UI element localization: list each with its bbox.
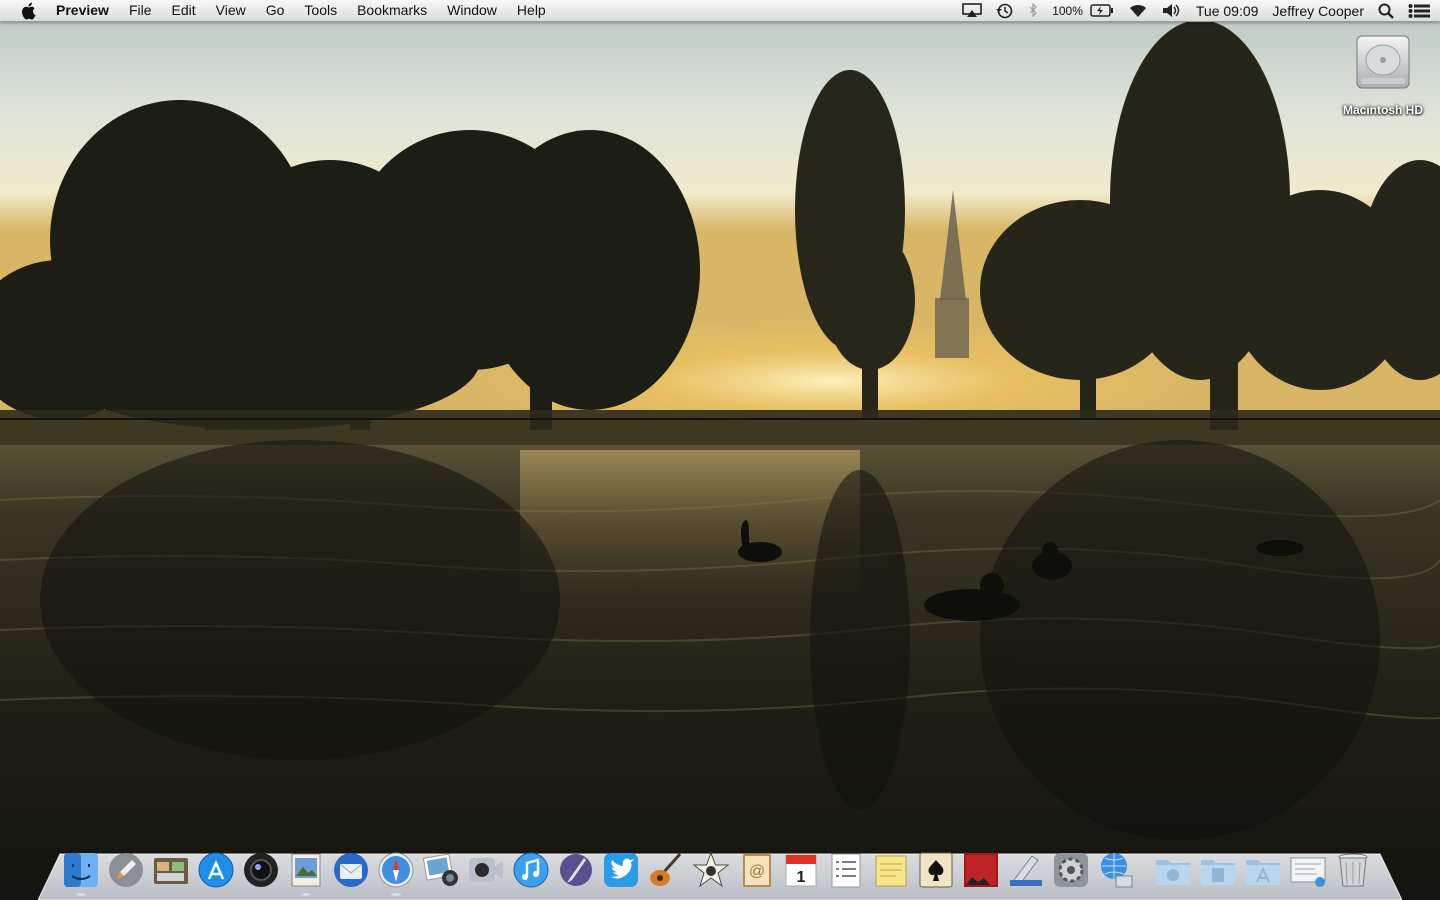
network-utility-icon[interactable] bbox=[1093, 846, 1138, 890]
menu-view[interactable]: View bbox=[206, 0, 256, 21]
twitter-icon[interactable] bbox=[598, 846, 643, 890]
desktop-wallpaper bbox=[0, 0, 1440, 900]
address-book-icon[interactable]: @ bbox=[733, 846, 778, 890]
facetime-icon[interactable] bbox=[463, 846, 508, 890]
battery-icon[interactable] bbox=[1090, 0, 1121, 21]
ical-icon[interactable]: 1 bbox=[778, 846, 823, 890]
volume-icon[interactable] bbox=[1155, 0, 1189, 21]
svg-text:1: 1 bbox=[796, 869, 805, 886]
iphoto-icon[interactable] bbox=[418, 846, 463, 890]
reminders-icon[interactable] bbox=[823, 846, 868, 890]
preview-scanner-icon[interactable] bbox=[1003, 846, 1048, 890]
app-menu-preview[interactable]: Preview bbox=[56, 0, 119, 21]
documents-folder-icon[interactable] bbox=[1150, 846, 1195, 890]
photo-slideshow-icon[interactable] bbox=[958, 846, 1003, 890]
battery-percent[interactable]: 100% bbox=[1045, 0, 1090, 21]
svg-text:@: @ bbox=[748, 863, 764, 880]
menu-go[interactable]: Go bbox=[256, 0, 295, 21]
trash-icon[interactable] bbox=[1330, 846, 1375, 890]
itunes-icon[interactable] bbox=[508, 846, 553, 890]
finder-icon[interactable] bbox=[58, 846, 103, 896]
preview-icon[interactable] bbox=[283, 846, 328, 896]
menu-help[interactable]: Help bbox=[507, 0, 556, 21]
time-machine-icon[interactable] bbox=[989, 0, 1021, 21]
applications-folder-icon[interactable] bbox=[1240, 846, 1285, 890]
system-preferences-icon[interactable] bbox=[1048, 846, 1093, 890]
downloads-folder-icon[interactable] bbox=[1195, 846, 1240, 890]
menu-edit[interactable]: Edit bbox=[162, 0, 206, 21]
dock: @ 1 bbox=[58, 844, 1375, 896]
running-indicator bbox=[390, 893, 401, 896]
hard-drive-icon bbox=[1356, 35, 1410, 89]
menu-window[interactable]: Window bbox=[437, 0, 507, 21]
menu-bookmarks[interactable]: Bookmarks bbox=[347, 0, 437, 21]
apple-menu-icon[interactable] bbox=[0, 0, 56, 21]
app-store-icon[interactable] bbox=[193, 846, 238, 890]
running-indicator bbox=[75, 893, 86, 896]
stickies-icon[interactable] bbox=[868, 846, 913, 890]
menu-tools[interactable]: Tools bbox=[294, 0, 347, 21]
notification-center-icon[interactable] bbox=[1401, 0, 1440, 21]
wifi-icon[interactable] bbox=[1121, 0, 1155, 21]
dock-separator bbox=[1138, 846, 1150, 890]
menu-bar: Preview File Edit View Go Tools Bookmark… bbox=[0, 0, 1440, 22]
spotlight-icon[interactable] bbox=[1371, 0, 1401, 21]
garageband-icon[interactable] bbox=[643, 846, 688, 890]
safari-icon[interactable] bbox=[373, 846, 418, 896]
airplay-icon[interactable] bbox=[955, 0, 989, 21]
solitaire-icon[interactable] bbox=[913, 846, 958, 890]
drive-label: Macintosh HD bbox=[1342, 103, 1423, 117]
user-name[interactable]: Jeffrey Cooper bbox=[1265, 0, 1371, 21]
menu-file[interactable]: File bbox=[119, 0, 162, 21]
running-indicator bbox=[300, 893, 311, 896]
mail-document-icon[interactable] bbox=[1285, 846, 1330, 890]
imovie-icon[interactable] bbox=[688, 846, 733, 890]
thunderbird-icon[interactable] bbox=[328, 846, 373, 890]
photo-booth-icon[interactable] bbox=[238, 846, 283, 890]
clock[interactable]: Tue 09:09 bbox=[1189, 0, 1266, 21]
launchpad-icon[interactable] bbox=[103, 846, 148, 890]
macintosh-hd-desktop-item[interactable]: Macintosh HD bbox=[1335, 30, 1431, 119]
pen-tool-icon[interactable] bbox=[553, 846, 598, 890]
bluetooth-icon[interactable] bbox=[1021, 0, 1045, 21]
image-capture-icon[interactable] bbox=[148, 846, 193, 890]
